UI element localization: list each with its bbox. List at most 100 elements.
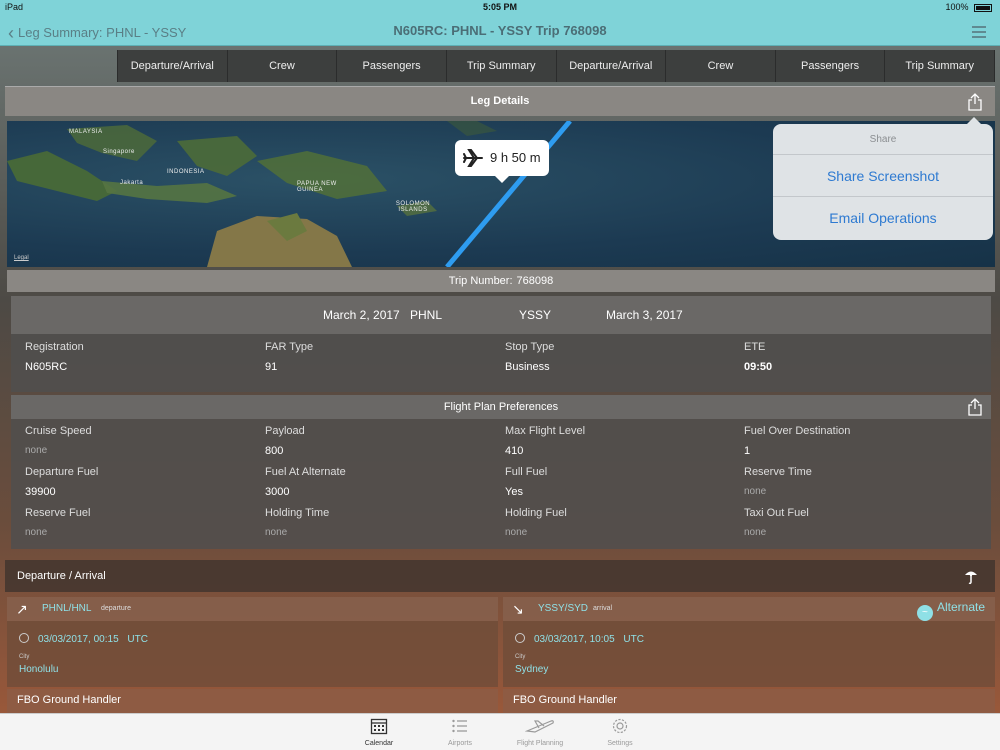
tab-trip-summary-2[interactable]: Trip Summary [885,50,995,82]
tab-crew-2[interactable]: Crew [666,50,776,82]
pref-field: Payload 800 [265,425,305,457]
gear-icon [612,718,628,734]
pref-field: Reserve Fuel none [25,507,90,538]
departure-date: March 2, 2017 [323,308,400,322]
field-value: Business [505,361,550,373]
field-label: Reserve Time [744,466,812,478]
far-type-field: FAR Type 91 [265,341,313,373]
arrival-fbo-row[interactable]: FBO Ground Handler [503,689,995,713]
back-button-label: Leg Summary: PHNL - YSSY [18,25,187,40]
flight-plan-preferences-header: Flight Plan Preferences [11,395,991,419]
tab-airports[interactable]: Airports [420,717,500,747]
clock-icon [19,633,29,643]
map-label: SOLOMON ISLANDS [395,201,431,213]
tab-flight-planning[interactable]: Flight Planning [500,717,580,747]
arrow-up-right-icon: ↗ [16,601,28,617]
field-value: 410 [505,445,524,457]
field-value: 1 [744,445,751,457]
pref-field: Fuel At Alternate 3000 [265,466,346,498]
share-icon[interactable] [967,398,983,425]
route-header: March 2, 2017 PHNL YSSY March 3, 2017 [11,296,991,334]
field-label: Stop Type [505,341,555,353]
field-label: Registration [25,341,84,353]
tab-crew[interactable]: Crew [228,50,338,82]
field-label: Max Flight Level [505,425,586,437]
arrival-date: March 3, 2017 [606,308,683,322]
battery-label: 100% [945,2,969,12]
field-label: Departure Fuel [25,466,99,478]
map-label: INDONESIA [167,169,205,175]
share-icon[interactable] [967,93,983,116]
tab-departure-arrival-2[interactable]: Departure/Arrival [557,50,667,82]
alternate-button[interactable]: ~ Alternate [916,600,985,621]
departure-time: 03/03/2017, 00:15 UTC [19,633,148,645]
destination-code: YSSY [519,308,552,322]
field-value: N605RC [25,361,68,373]
flight-time-value: 9 h 50 m [490,150,541,165]
map-label: Singapore [103,149,135,155]
departure-arrival-title: Departure / Arrival [17,570,106,582]
arrow-down-right-icon: ↘ [512,601,524,617]
arrival-airport-code: YSSY/SYD [538,603,589,614]
city-label: City [515,654,526,660]
field-label: Holding Time [265,507,330,519]
field-label: FAR Type [265,341,314,353]
pref-field: Full Fuel Yes [505,466,547,498]
email-operations-button[interactable]: Email Operations [773,197,993,239]
map-label: PAPUA NEW GUINEA [297,181,337,193]
tab-trip-summary[interactable]: Trip Summary [447,50,557,82]
field-label: Payload [265,425,305,437]
field-value: 3000 [265,486,290,498]
field-value: none [25,527,48,538]
registration-field: Registration N605RC [25,341,84,373]
tab-passengers-2[interactable]: Passengers [776,50,886,82]
menu-icon[interactable] [972,26,986,41]
ete-field: ETE 09:50 [744,341,772,373]
field-value: none [744,486,767,497]
field-label: Holding Fuel [505,507,567,519]
field-value: none [265,527,288,538]
field-label: Reserve Fuel [25,507,91,519]
status-bar: iPad 5:05 PM 100% [0,0,1000,16]
departure-airport-card[interactable]: ↗ PHNL/HNL departure 03/03/2017, 00:15 U… [7,597,498,687]
share-screenshot-button[interactable]: Share Screenshot [773,155,993,197]
pref-field: Holding Time none [265,507,329,538]
alternate-label: Alternate [936,600,985,614]
field-value: Yes [505,486,523,498]
field-label: ETE [744,341,766,353]
pref-field: Fuel Over Destination 1 [744,425,850,457]
arrival-time-value: 03/03/2017, 10:05 [534,634,615,645]
trip-number-bar: Trip Number: 768098 [7,270,995,292]
flight-time-callout: 9 h 50 m [455,140,549,183]
trip-number-label: Trip Number: [448,275,513,287]
tab-departure-arrival[interactable]: Departure/Arrival [117,50,228,82]
field-value: 09:50 [744,361,773,373]
arrival-kind-label: arrival [593,605,613,612]
stop-type-field: Stop Type Business [505,341,554,373]
tab-calendar[interactable]: Calendar [339,717,419,747]
chevron-left-icon: ‹ [8,23,14,43]
departure-arrival-header: Departure / Arrival [5,560,995,592]
tab-settings[interactable]: Settings [580,717,660,747]
departure-time-value: 03/03/2017, 00:15 [38,634,119,645]
weather-icon[interactable] [963,567,979,588]
field-value: 91 [265,361,278,373]
map-label: MALAYSIA [69,129,103,135]
field-label: Full Fuel [505,466,548,478]
leg-details-title: Leg Details [470,95,530,107]
legal-link[interactable]: Legal [14,255,29,261]
field-label: Fuel At Alternate [265,466,346,478]
field-value: none [25,445,48,456]
back-button[interactable]: ‹ Leg Summary: PHNL - YSSY [8,23,186,44]
field-value: 800 [265,445,284,457]
field-value: 39900 [25,486,56,498]
clock-icon [515,633,525,643]
arrival-airport-card[interactable]: ↘ YSSY/SYD arrival ~ Alternate 03/03/2017… [503,597,995,687]
departure-fbo-row[interactable]: FBO Ground Handler [7,689,498,713]
tab-passengers[interactable]: Passengers [337,50,447,82]
pref-field: Cruise Speed none [25,425,92,456]
city-label: City [19,654,30,660]
share-popover: Share Share Screenshot Email Operations [773,117,993,240]
field-label: Cruise Speed [25,425,92,437]
departure-timezone: UTC [127,634,148,645]
